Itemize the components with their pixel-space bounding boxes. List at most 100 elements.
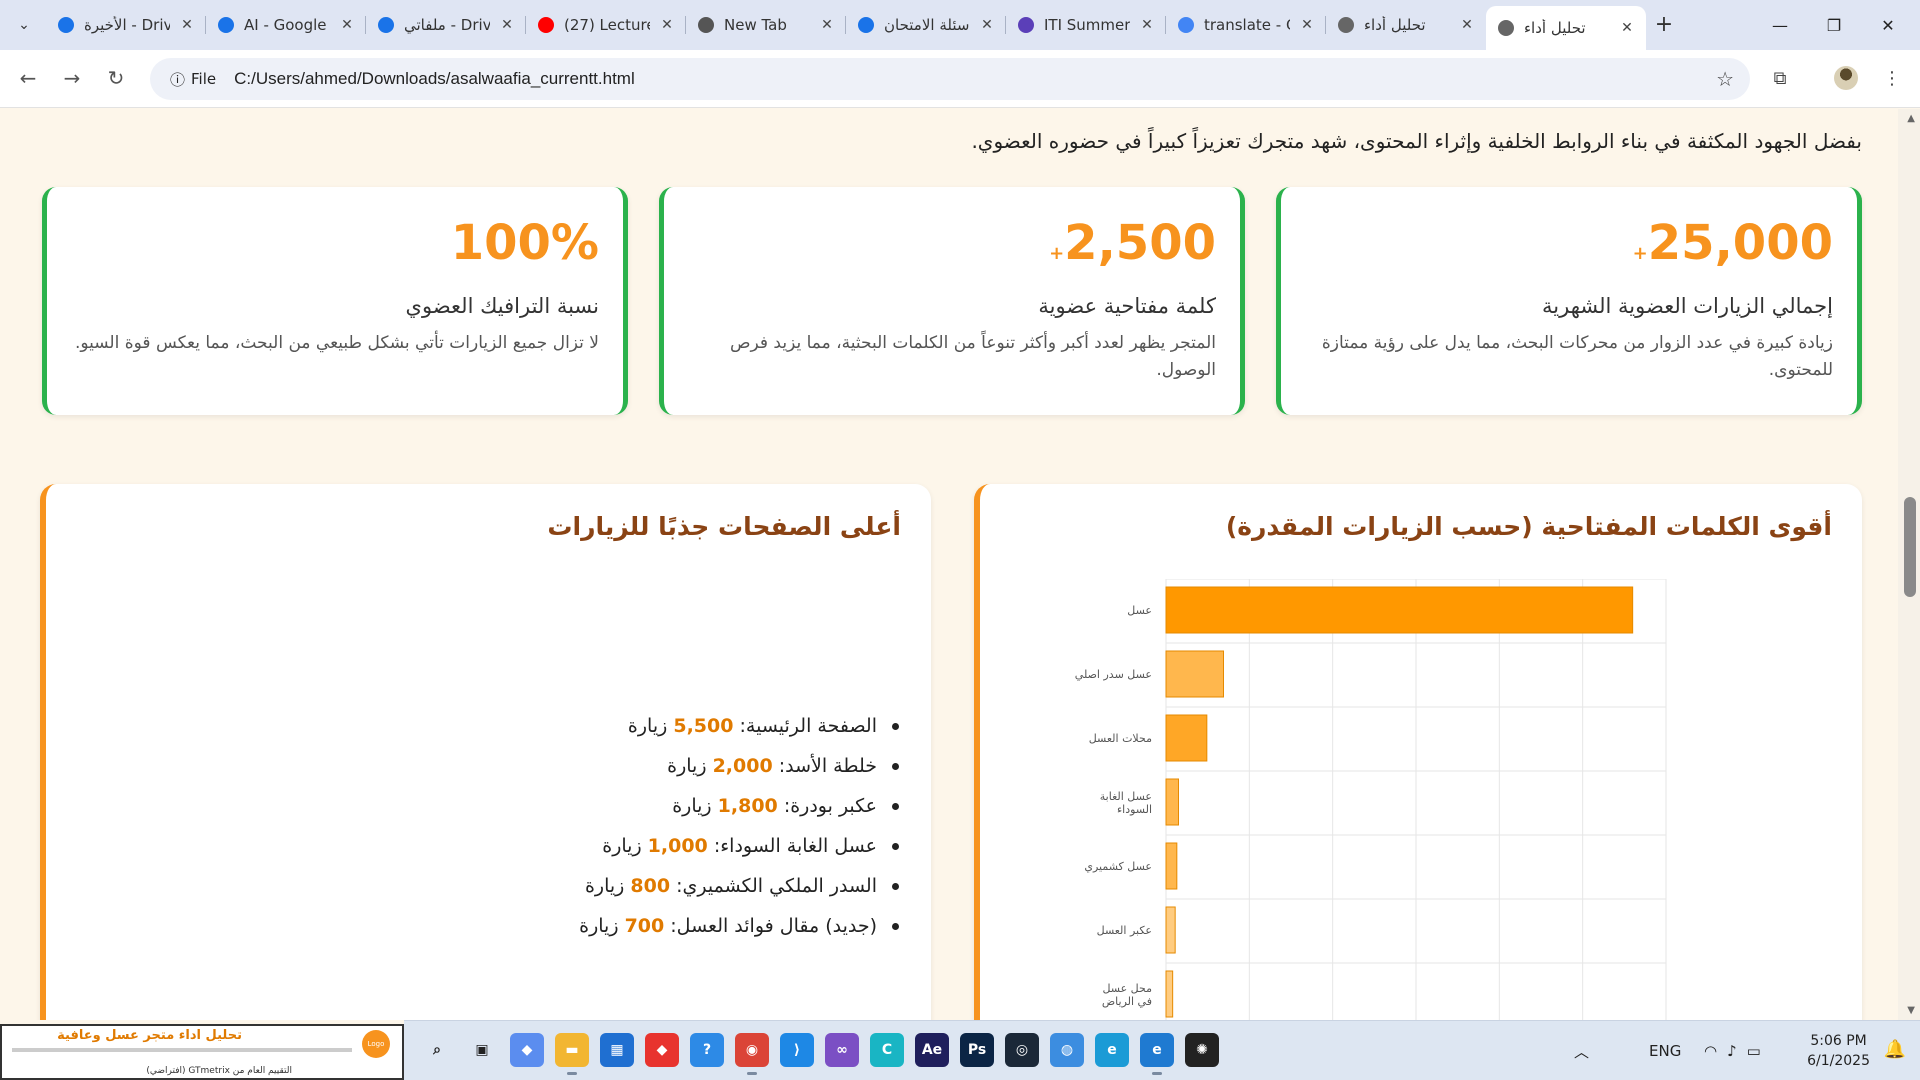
- battery-icon: ▭: [1746, 1042, 1761, 1060]
- store-app[interactable]: ▦: [600, 1033, 634, 1067]
- page-scrollbar[interactable]: ▲ ▼: [1898, 109, 1920, 1020]
- google-drive-icon: [56, 15, 76, 35]
- browser-tab[interactable]: ITI Summer ✕: [1006, 6, 1166, 44]
- url-text[interactable]: C:/Users/ahmed/Downloads/asalwaafia_curr…: [234, 69, 635, 89]
- restore-button[interactable]: ❐: [1806, 0, 1862, 50]
- close-icon[interactable]: ✕: [338, 17, 356, 33]
- after-effects-app[interactable]: Ae: [915, 1033, 949, 1067]
- chart-category-label: عسل سدر اصلي: [1075, 668, 1152, 681]
- chrome-icon: [696, 15, 716, 35]
- new-tab-button[interactable]: +: [1650, 11, 1678, 39]
- tab-title: الأخيرة - Drive: [84, 16, 170, 34]
- anydesk-app[interactable]: ◆: [645, 1033, 679, 1067]
- system-tray-icons[interactable]: ◠ ♪ ▭: [1704, 1021, 1761, 1080]
- minimize-button[interactable]: —: [1752, 0, 1808, 50]
- page-visits: 1,000: [647, 835, 708, 857]
- notifications-icon[interactable]: 🔔: [1884, 1039, 1906, 1060]
- tab-list: الأخيرة - Drive✕AI - Google Drive✕ملفاتي…: [46, 6, 1646, 50]
- close-icon[interactable]: ✕: [978, 17, 996, 33]
- chatgpt-app[interactable]: ✺: [1185, 1033, 1219, 1067]
- close-icon[interactable]: ✕: [658, 17, 676, 33]
- google-drive-icon: [376, 15, 396, 35]
- browser-toolbar: ← → ↻ ⓘ File C:/Users/ahmed/Downloads/as…: [0, 50, 1920, 108]
- clock-date: 6/1/2025: [1807, 1053, 1870, 1069]
- minimize-icon: —: [1772, 15, 1788, 35]
- browser-tab[interactable]: (27) Lecture ✕: [526, 6, 686, 44]
- page-visits: 2,000: [712, 755, 773, 777]
- wifi-icon: ◠: [1704, 1042, 1718, 1060]
- keywords-panel-title: أقوى الكلمات المفتاحية (حسب الزيارات الم…: [1225, 512, 1832, 541]
- site-info-chip[interactable]: ⓘ File: [160, 64, 226, 94]
- scrollbar-thumb[interactable]: [1904, 497, 1916, 597]
- globe-icon: [1496, 18, 1516, 38]
- chart-category-label: عكبر العسل: [1097, 924, 1152, 937]
- browser-tab[interactable]: ملفاتي - Drive ✕: [366, 6, 526, 44]
- app-globe[interactable]: ◍: [1050, 1033, 1084, 1067]
- task-view-app[interactable]: ▣: [465, 1033, 499, 1067]
- more-vertical-icon: ⋮: [1883, 67, 1901, 89]
- close-icon[interactable]: ✕: [1138, 17, 1156, 33]
- profile-button[interactable]: [1830, 62, 1862, 94]
- close-icon[interactable]: ✕: [498, 17, 516, 33]
- clock[interactable]: 5:06 PM 6/1/2025: [1807, 1031, 1870, 1071]
- search-app[interactable]: ⌕: [420, 1033, 454, 1067]
- tray-overflow-button[interactable]: ︿: [1574, 1021, 1589, 1080]
- browser-tab[interactable]: تحليل أداء ✕: [1326, 6, 1486, 44]
- clock-time: 5:06 PM: [1810, 1033, 1867, 1049]
- close-icon[interactable]: ✕: [1298, 17, 1316, 33]
- windows-taskbar: ⌕ ▣ ◆ ▬ ▦ ◆? ◉ ⟩ ∞ C Ae Ps ◎ ◍ e e ✺ ︿ ENG ◠ ♪ ▭ 5:06 PM…: [404, 1020, 1920, 1080]
- tab-search-button[interactable]: ⌄: [6, 9, 42, 41]
- intro-text: بفضل الجهود المكثفة في بناء الروابط الخل…: [971, 129, 1862, 153]
- browser-tab[interactable]: تحليل أداء ✕: [1486, 6, 1646, 50]
- list-item: عسل الغابة السوداء: 1,000 زيارة: [579, 826, 901, 866]
- preview-logo: Logo: [362, 1030, 390, 1058]
- language-indicator[interactable]: ENG: [1649, 1021, 1681, 1080]
- close-icon[interactable]: ✕: [178, 17, 196, 33]
- tab-title: ملفاتي - Drive: [404, 16, 490, 34]
- preview-text-line: [12, 1048, 352, 1052]
- reload-button[interactable]: ↻: [100, 62, 132, 94]
- bookmark-star-icon[interactable]: ☆: [1716, 67, 1734, 91]
- vscode-app[interactable]: ⟩: [780, 1033, 814, 1067]
- stat-description: المتجر يظهر لعدد أكبر وأكثر تنوعاً من ال…: [729, 333, 1216, 380]
- scroll-up-icon[interactable]: ▲: [1907, 113, 1915, 124]
- browser-tab[interactable]: الأخيرة - Drive ✕: [46, 6, 206, 44]
- stat-number: 100%: [450, 215, 599, 271]
- extensions-button[interactable]: ⧉: [1764, 62, 1796, 94]
- browser-tab[interactable]: translate - Google ✕: [1166, 6, 1326, 44]
- file-explorer-app[interactable]: ▬: [555, 1033, 589, 1075]
- chrome-app[interactable]: ◉: [735, 1033, 769, 1075]
- chart-bar: [1165, 650, 1224, 698]
- copilot-app[interactable]: ◆: [510, 1033, 544, 1067]
- help-app[interactable]: ?: [690, 1033, 724, 1067]
- close-icon[interactable]: ✕: [1618, 20, 1636, 36]
- stat-card-organic-share: 100% نسبة الترافيك العضوي لا تزال جميع ا…: [42, 187, 628, 415]
- edge-app[interactable]: e: [1095, 1033, 1129, 1067]
- photoshop-app[interactable]: Ps: [960, 1033, 994, 1067]
- taskbar-preview-thumbnail[interactable]: تحليل اداء متجر عسل وعافية Logo التقييم …: [0, 1024, 404, 1080]
- browser-tab[interactable]: AI - Google Drive ✕: [206, 6, 366, 44]
- page-unit: زيارة: [627, 715, 668, 737]
- browser-tab[interactable]: New Tab ✕: [686, 6, 846, 44]
- google-icon: [1176, 15, 1196, 35]
- page-visits: 800: [630, 875, 671, 897]
- back-button[interactable]: ←: [12, 62, 44, 94]
- stat-label: نسبة الترافيك العضوي: [405, 294, 599, 318]
- close-window-button[interactable]: ✕: [1860, 0, 1916, 50]
- forward-button[interactable]: →: [56, 62, 88, 94]
- page-visits: 5,500: [673, 715, 734, 737]
- edge-dev-app[interactable]: e: [1140, 1033, 1174, 1075]
- canva-app[interactable]: C: [870, 1033, 904, 1067]
- stat-label: كلمة مفتاحية عضوية: [1038, 294, 1216, 318]
- visual-studio-app[interactable]: ∞: [825, 1033, 859, 1067]
- close-icon[interactable]: ✕: [818, 17, 836, 33]
- browser-tab[interactable]: اسئلة الامتحان ✕: [846, 6, 1006, 44]
- scroll-down-icon[interactable]: ▼: [1907, 1005, 1915, 1016]
- chart-category-label: عسل الغابة السوداء: [1100, 790, 1152, 816]
- address-bar[interactable]: ⓘ File C:/Users/ahmed/Downloads/asalwaaf…: [150, 58, 1750, 100]
- chart-bar: [1165, 842, 1178, 890]
- steam-app[interactable]: ◎: [1005, 1033, 1039, 1067]
- close-icon[interactable]: ✕: [1458, 17, 1476, 33]
- arrow-right-icon: →: [63, 66, 81, 90]
- browser-menu-button[interactable]: ⋮: [1876, 62, 1908, 94]
